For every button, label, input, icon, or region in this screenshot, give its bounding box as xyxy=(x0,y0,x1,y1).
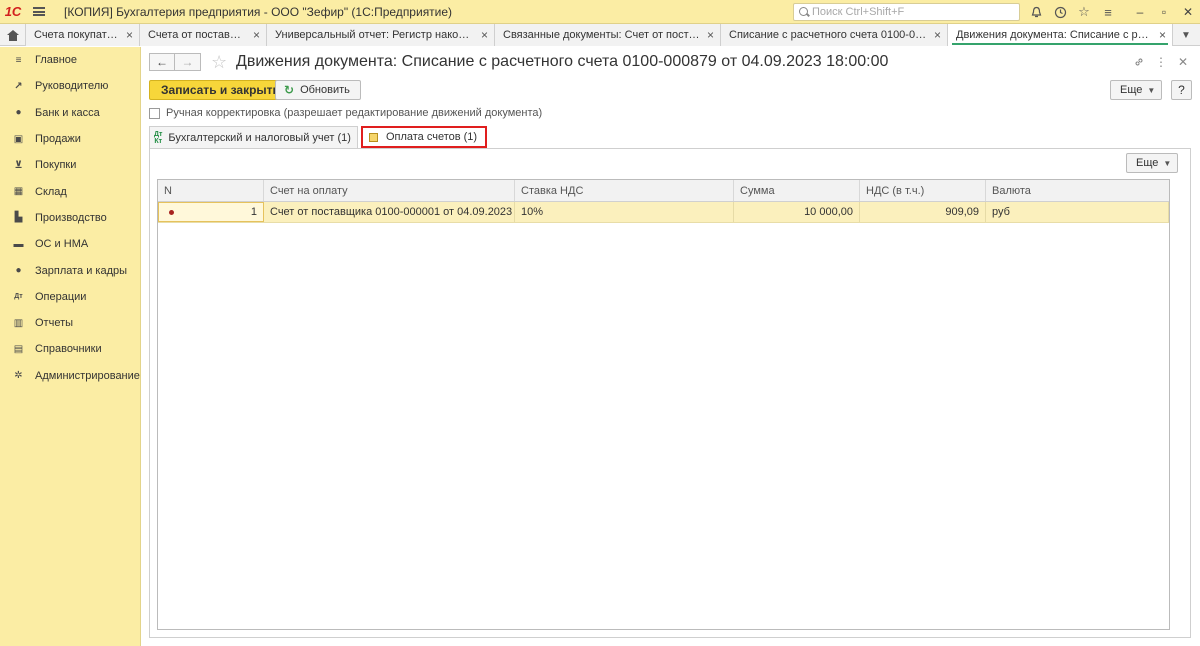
tab-invoices-customers[interactable]: Счета покупателям× xyxy=(26,24,140,46)
book-icon: ▤ xyxy=(13,343,24,355)
cell-currency[interactable]: руб xyxy=(986,202,1169,222)
column-header-n[interactable]: N xyxy=(158,180,264,201)
more-actions-icon[interactable]: ⋮ xyxy=(1152,53,1170,71)
bag-icon: ▣ xyxy=(13,133,24,145)
tab-invoice-payment[interactable]: Оплата счетов (1) xyxy=(360,126,488,148)
app-title: [КОПИЯ] Бухгалтерия предприятия - ООО "З… xyxy=(64,4,453,19)
tab-bank-writeoff[interactable]: Списание с расчетного счета 0100-000879.… xyxy=(721,24,948,46)
table-header: N Счет на оплату Ставка НДС Сумма НДС (в… xyxy=(158,180,1169,202)
help-button[interactable]: ? xyxy=(1171,80,1192,100)
dt-kt-icon: Дт Кт xyxy=(154,130,163,145)
home-icon xyxy=(6,29,19,41)
close-tab-icon[interactable]: × xyxy=(1159,28,1166,42)
history-icon[interactable] xyxy=(1048,0,1072,24)
cart-icon: ⊻ xyxy=(14,159,23,171)
sidebar-item-bank[interactable]: ● Банк и касса xyxy=(0,100,140,126)
close-tab-icon[interactable]: × xyxy=(707,28,714,42)
movements-table: N Счет на оплату Ставка НДС Сумма НДС (в… xyxy=(157,179,1170,630)
tab-invoices-suppliers[interactable]: Счета от поставщиков× xyxy=(140,24,267,46)
table-row[interactable]: 1 Счет от поставщика 0100-000001 от 04.0… xyxy=(158,202,1169,223)
cell-n[interactable]: 1 xyxy=(158,202,264,222)
cell-amount[interactable]: 10 000,00 xyxy=(734,202,860,222)
sidebar-item-purchases[interactable]: ⊻ Покупки xyxy=(0,152,140,178)
minimize-icon[interactable]: – xyxy=(1128,0,1152,24)
link-icon[interactable] xyxy=(1130,53,1148,71)
cell-vat[interactable]: 909,09 xyxy=(860,202,986,222)
warehouse-icon: ▦ xyxy=(13,186,24,198)
refresh-button[interactable]: ↻ Обновить xyxy=(275,80,361,100)
cell-vat-rate[interactable]: 10% xyxy=(515,202,734,222)
dt-kt-icon: Дт xyxy=(14,293,23,301)
sidebar-item-main[interactable]: ≡ Главное xyxy=(0,47,140,73)
restore-icon[interactable]: ▫ xyxy=(1152,0,1176,24)
trend-icon: ↗ xyxy=(14,80,23,92)
tab-universal-report[interactable]: Универсальный отчет: Регистр накопления.… xyxy=(267,24,495,46)
app-logo: 1С xyxy=(4,4,22,19)
sections-sidebar: ≡ Главное ↗ Руководителю ● Банк и касса ▣ Пр… xyxy=(0,47,141,646)
sidebar-item-catalogs[interactable]: ▤ Справочники xyxy=(0,336,140,362)
global-search-input[interactable]: Поиск Ctrl+Shift+F xyxy=(793,3,1020,21)
column-header-invoice[interactable]: Счет на оплату xyxy=(264,180,515,201)
sidebar-item-production[interactable]: ▙ Производство xyxy=(0,205,140,231)
navigation-buttons: ← → xyxy=(149,53,201,71)
factory-icon: ▙ xyxy=(14,212,23,224)
search-icon xyxy=(794,4,812,20)
tabs-more-icon[interactable]: ▼ xyxy=(1173,24,1199,46)
column-header-vat-rate[interactable]: Ставка НДС xyxy=(515,180,734,201)
home-tab[interactable] xyxy=(0,24,26,46)
bar-chart-icon: ▥ xyxy=(13,317,24,329)
search-placeholder: Поиск Ctrl+Shift+F xyxy=(812,6,905,18)
title-bar: 1С [КОПИЯ] Бухгалтерия предприятия - ООО… xyxy=(0,0,1200,24)
close-icon[interactable]: ✕ xyxy=(1176,0,1200,24)
register-icon xyxy=(368,132,378,142)
sidebar-item-reports[interactable]: ▥ Отчеты xyxy=(0,310,140,336)
back-arrow-icon[interactable]: ← xyxy=(149,53,175,71)
favorite-star-icon[interactable]: ☆ xyxy=(211,52,227,73)
person-icon: ● xyxy=(15,265,22,277)
gear-icon: ✲ xyxy=(14,370,23,382)
coin-icon: ● xyxy=(15,107,22,119)
manual-correction-row: Ручная корректировка (разрешает редактир… xyxy=(149,107,542,119)
refresh-icon: ↻ xyxy=(284,83,295,97)
close-tab-icon[interactable]: × xyxy=(934,28,941,42)
forward-arrow-icon[interactable]: → xyxy=(175,53,201,71)
form-area: ← → ☆ Движения документа: Списание с рас… xyxy=(141,47,1200,646)
list-icon: ≡ xyxy=(15,54,22,66)
form-title: Движения документа: Списание с расчетног… xyxy=(236,53,889,70)
close-tab-icon[interactable]: × xyxy=(481,28,488,42)
sidebar-item-manager[interactable]: ↗ Руководителю xyxy=(0,73,140,99)
manual-correction-label: Ручная корректировка (разрешает редактир… xyxy=(166,107,543,119)
form-tabs: Дт Кт Бухгалтерский и налоговый учет (1) … xyxy=(149,126,490,148)
save-and-close-button[interactable]: Записать и закрыть xyxy=(149,80,292,100)
close-form-icon[interactable]: ✕ xyxy=(1174,53,1192,71)
close-tab-icon[interactable]: × xyxy=(253,28,260,42)
bell-icon[interactable] xyxy=(1024,0,1048,24)
hamburger-icon[interactable]: ≡ xyxy=(1096,0,1120,24)
sidebar-item-fixed-assets[interactable]: ▬ ОС и НМА xyxy=(0,231,140,257)
sidebar-item-operations[interactable]: Дт Операции xyxy=(0,284,140,310)
tab-related-documents[interactable]: Связанные документы: Счет от поставщик..… xyxy=(495,24,721,46)
sidebar-item-admin[interactable]: ✲ Администрирование xyxy=(0,363,140,389)
column-header-vat[interactable]: НДС (в т.ч.) xyxy=(860,180,986,201)
sidebar-item-warehouse[interactable]: ▦ Склад xyxy=(0,178,140,204)
chevron-down-icon: ▼ xyxy=(1147,85,1156,95)
close-tab-icon[interactable]: × xyxy=(126,28,133,42)
tab-accounting-tax[interactable]: Дт Кт Бухгалтерский и налоговый учет (1) xyxy=(149,126,358,148)
sidebar-item-salary[interactable]: ● Зарплата и кадры xyxy=(0,257,140,283)
manual-correction-checkbox[interactable] xyxy=(149,107,160,119)
cell-invoice[interactable]: Счет от поставщика 0100-000001 от 04.09.… xyxy=(264,202,515,222)
row-marker-icon xyxy=(169,209,174,215)
open-windows-tabstrip: Счета покупателям× Счета от поставщиков×… xyxy=(0,24,1200,46)
favorites-icon[interactable]: ☆ xyxy=(1072,0,1096,24)
main-menu-icon[interactable] xyxy=(26,0,52,24)
tab-document-movements[interactable]: Движения документа: Списание с расчетн..… xyxy=(948,24,1173,46)
form-more-button[interactable]: Еще ▼ xyxy=(1110,80,1163,100)
chevron-down-icon: ▼ xyxy=(1163,158,1172,168)
column-header-currency[interactable]: Валюта xyxy=(986,180,1169,201)
truck-icon: ▬ xyxy=(13,238,24,250)
column-header-amount[interactable]: Сумма xyxy=(734,180,860,201)
sidebar-item-sales[interactable]: ▣ Продажи xyxy=(0,126,140,152)
table-more-button[interactable]: Еще ▼ xyxy=(1126,153,1179,173)
